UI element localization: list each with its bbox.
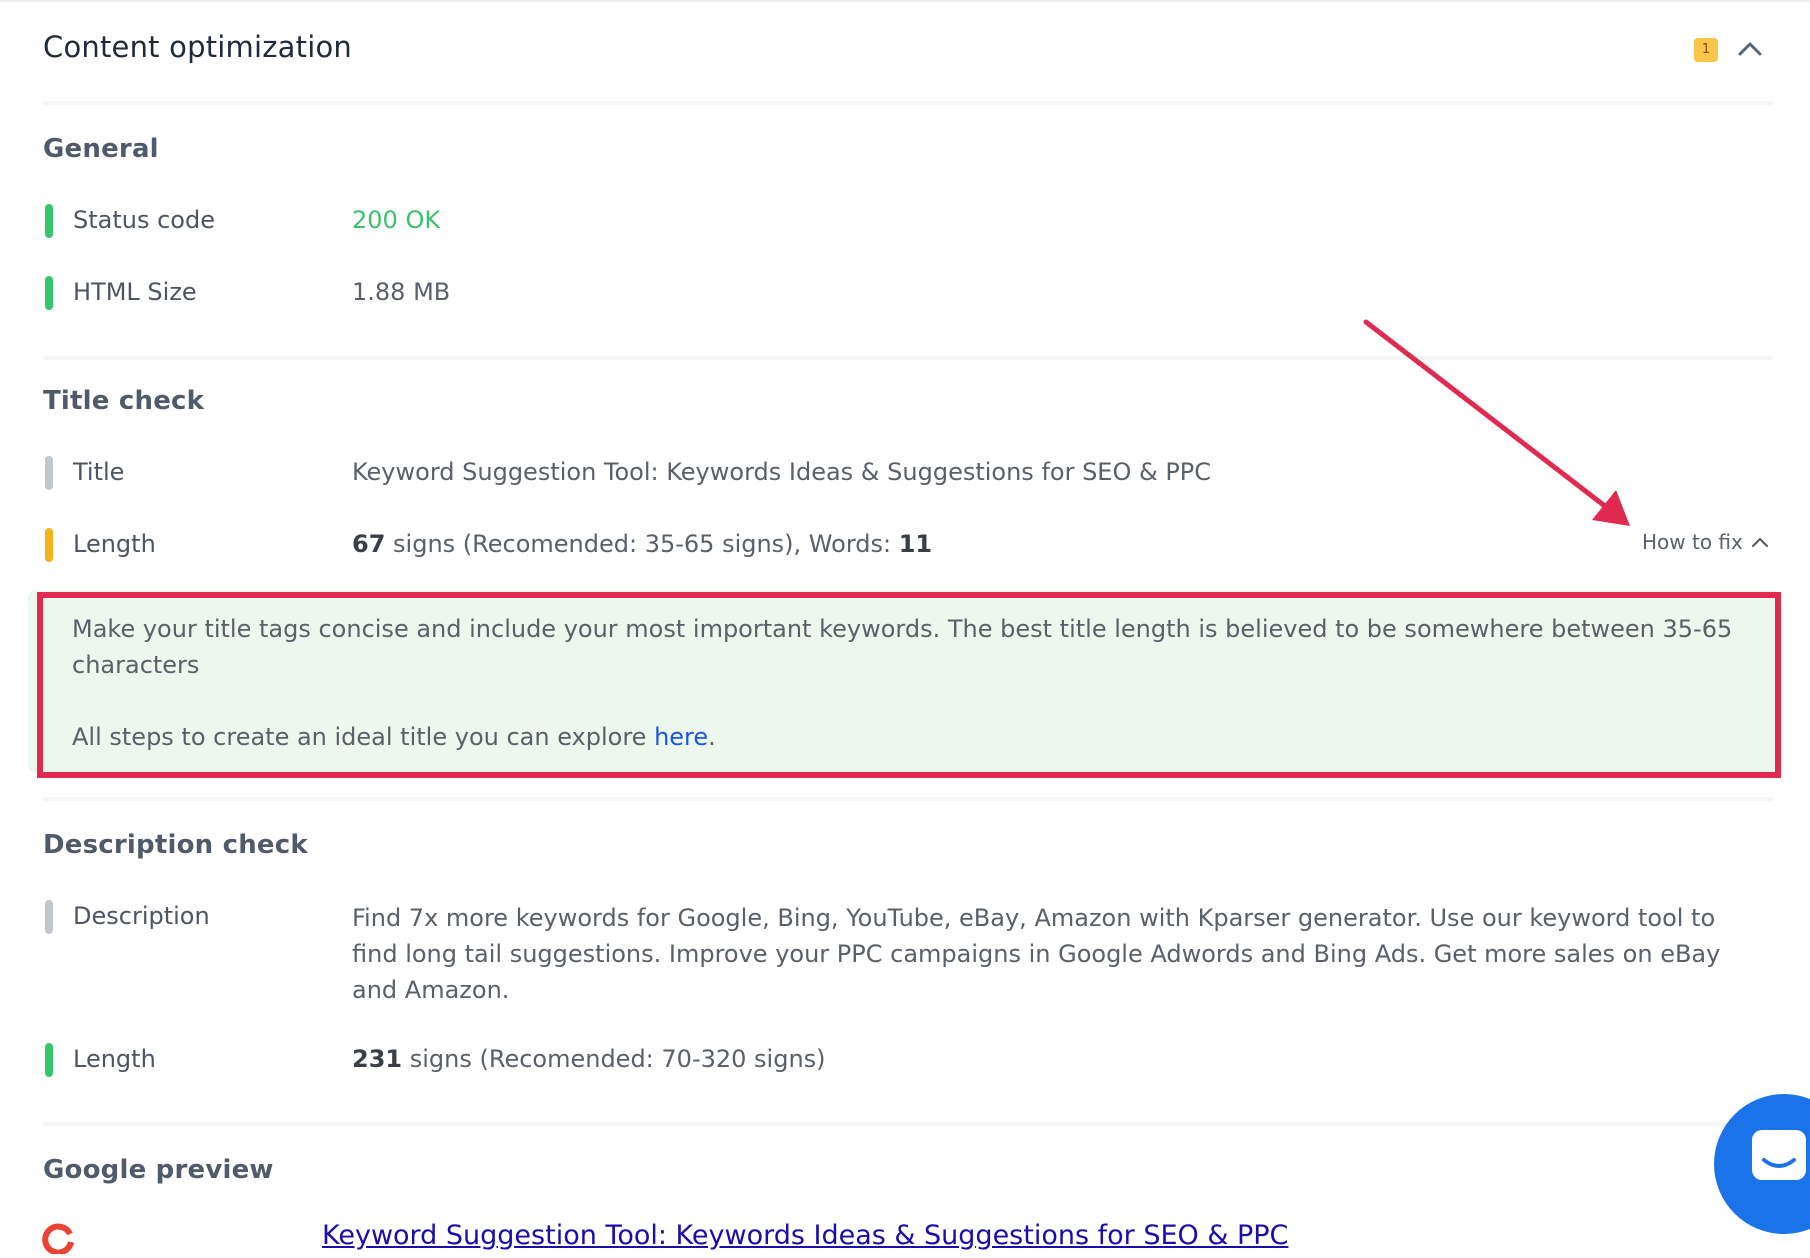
title-length-value: 67 signs (Recomended: 35-65 signs), Word…: [352, 530, 932, 558]
arrow-icon: [1363, 319, 1630, 526]
title-length-label: Length: [73, 530, 156, 558]
section-divider: [43, 1122, 1773, 1126]
description-length-value: 231 signs (Recomended: 70-320 signs): [352, 1045, 826, 1073]
tip-here-link[interactable]: here: [654, 723, 708, 751]
html-size-label: HTML Size: [73, 278, 197, 306]
description-value: Find 7x more keywords for Google, Bing, …: [352, 904, 1721, 1004]
tip-text: Make your title tags concise and include…: [72, 611, 1742, 755]
tip-line-2-text: All steps to create an ideal title you c…: [72, 723, 655, 751]
description-length-count: 231: [352, 1045, 403, 1073]
status-indicator-green: [45, 204, 53, 238]
section-divider: [43, 101, 1773, 105]
section-title-description-check: Description check: [43, 830, 308, 860]
section-divider: [43, 797, 1773, 801]
description-length-recommendation: signs (Recomended: 70-320 signs): [402, 1045, 826, 1073]
status-indicator-gray: [45, 900, 53, 934]
title-value: Keyword Suggestion Tool: Keywords Ideas …: [352, 458, 1212, 486]
section-title-title-check: Title check: [43, 386, 205, 416]
panel-title: Content optimization: [43, 30, 352, 64]
status-indicator-green: [45, 1043, 53, 1077]
google-logo-icon: [42, 1222, 74, 1256]
chevron-up-icon: [1751, 537, 1768, 548]
how-to-fix-toggle[interactable]: How to fix: [1642, 530, 1769, 554]
description-length-label: Length: [73, 1045, 156, 1073]
how-to-fix-label: How to fix: [1642, 530, 1743, 554]
chevron-up-icon[interactable]: [1737, 40, 1763, 58]
status-indicator-gray: [45, 456, 53, 490]
status-indicator-green: [45, 276, 53, 310]
html-size-value: 1.88 MB: [352, 278, 451, 306]
title-length-recommendation: signs (Recomended: 35-65 signs), Words:: [385, 530, 899, 558]
status-code-value: 200 OK: [352, 206, 441, 234]
google-preview-title-link[interactable]: Keyword Suggestion Tool: Keywords Ideas …: [322, 1220, 1288, 1251]
content-optimization-panel: Content optimization 1 General Status co…: [0, 0, 1810, 1256]
chat-icon: [1752, 1130, 1806, 1180]
title-length-count: 67: [352, 530, 386, 558]
title-label: Title: [73, 458, 125, 486]
section-title-google-preview: Google preview: [43, 1155, 274, 1185]
status-code-label: Status code: [73, 206, 215, 234]
section-title-general: General: [43, 134, 159, 164]
description-label: Description: [73, 902, 210, 930]
issue-count-badge: 1: [1694, 38, 1718, 62]
chat-widget-button[interactable]: [1714, 1094, 1810, 1234]
title-word-count: 11: [898, 530, 933, 558]
tip-line-2-end: .: [708, 723, 716, 751]
tip-line-1: Make your title tags concise and include…: [72, 615, 1733, 679]
panel-top-border: [0, 0, 1810, 2]
tip-line-2: All steps to create an ideal title you c…: [72, 719, 1742, 755]
status-indicator-yellow: [45, 528, 53, 562]
